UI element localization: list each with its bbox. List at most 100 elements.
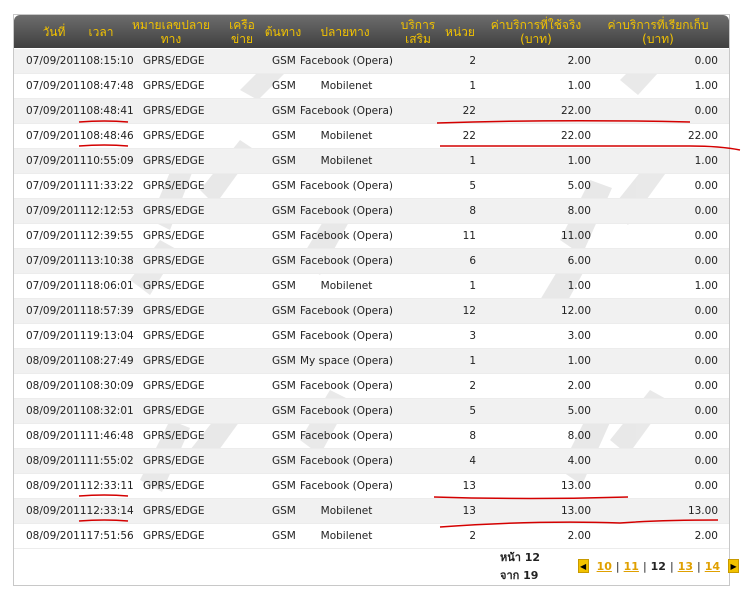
- actual-charge-cell: 1.00: [567, 280, 591, 292]
- actual-charge-cell: 5.00: [567, 180, 591, 192]
- table-row: 07/09/201119:13:04 GPRS/EDGE GSM Facebook (…: [14, 324, 729, 349]
- page-separator: |: [615, 559, 620, 573]
- units-cell: 2: [469, 530, 476, 542]
- table-row: 07/09/201108:47:48 GPRS/EDGE GSM Mobilenet 1…: [14, 74, 729, 99]
- units-cell: 22: [462, 105, 476, 117]
- actual-charge-cell: 13.00: [560, 505, 591, 517]
- table-header: วันที่ เวลา หมายเลขปลายทาง เครือข่าย ต้น…: [14, 15, 729, 48]
- billed-charge-cell: 0.00: [694, 355, 718, 367]
- page-link-13[interactable]: 13: [678, 560, 693, 573]
- type-cell: GPRS/EDGE: [143, 430, 205, 442]
- table-row: 07/09/201108:48:46 GPRS/EDGE GSM Mobilenet 2…: [14, 124, 729, 149]
- destination-cell: Facebook (Opera): [299, 55, 393, 67]
- page-indicator: หน้า 12 จาก 19: [500, 551, 541, 582]
- page-separator: |: [697, 559, 701, 573]
- datetime-cell: 07/09/201108:15:10: [26, 55, 134, 67]
- units-cell: 1: [469, 355, 476, 367]
- destination-cell: Facebook (Opera): [299, 205, 393, 217]
- type-cell: GPRS/EDGE: [143, 530, 205, 542]
- table-row: 08/09/201112:33:11 GPRS/EDGE GSM Facebook (…: [14, 474, 729, 499]
- billed-charge-cell: 0.00: [694, 380, 718, 392]
- network-cell: GSM: [272, 380, 296, 392]
- network-cell: GSM: [272, 130, 296, 142]
- datetime-cell: 08/09/201108:32:01: [26, 405, 134, 417]
- actual-charge-cell: 22.00: [560, 130, 591, 142]
- top-strip: [0, 0, 743, 14]
- billed-charge-cell: 0.00: [694, 430, 718, 442]
- network-cell: GSM: [272, 80, 296, 92]
- col-origin-header: ต้นทาง: [264, 24, 302, 39]
- table-row: 07/09/201113:10:38 GPRS/EDGE GSM Facebook (…: [14, 249, 729, 274]
- type-cell: GPRS/EDGE: [143, 55, 205, 67]
- destination-cell: Facebook (Opera): [299, 105, 393, 117]
- destination-cell: Mobilenet: [320, 530, 373, 542]
- actual-charge-cell: 3.00: [567, 330, 591, 342]
- billed-charge-cell: 0.00: [694, 455, 718, 467]
- datetime-cell: 08/09/201108:30:09: [26, 380, 134, 392]
- billed-charge-cell: 0.00: [694, 255, 718, 267]
- network-cell: GSM: [272, 505, 296, 517]
- destination-cell: Mobilenet: [320, 280, 373, 292]
- network-cell: GSM: [272, 530, 296, 542]
- units-cell: 5: [469, 405, 476, 417]
- network-cell: GSM: [272, 255, 296, 267]
- billed-charge-cell: 0.00: [694, 205, 718, 217]
- destination-cell: Facebook (Opera): [299, 255, 393, 267]
- datetime-cell: 07/09/201119:13:04: [26, 330, 134, 342]
- billed-charge-cell: 1.00: [694, 155, 718, 167]
- network-cell: GSM: [272, 305, 296, 317]
- destination-cell: Facebook (Opera): [299, 480, 393, 492]
- type-cell: GPRS/EDGE: [143, 105, 205, 117]
- destination-cell: Facebook (Opera): [299, 405, 393, 417]
- actual-charge-cell: 8.00: [567, 430, 591, 442]
- type-cell: GPRS/EDGE: [143, 130, 205, 142]
- billed-charge-cell: 0.00: [694, 405, 718, 417]
- table-row: 07/09/201112:12:53 GPRS/EDGE GSM Facebook (…: [14, 199, 729, 224]
- billed-charge-cell: 22.00: [687, 130, 718, 142]
- network-cell: GSM: [272, 405, 296, 417]
- triangle-left-icon[interactable]: ◀: [577, 559, 589, 573]
- datetime-cell: 07/09/201110:55:09: [26, 155, 134, 167]
- table-row: 08/09/201117:51:56 GPRS/EDGE GSM Mobilenet 2…: [14, 524, 729, 549]
- network-cell: GSM: [272, 355, 296, 367]
- destination-cell: Facebook (Opera): [299, 430, 393, 442]
- table-row: 08/09/201108:32:01 GPRS/EDGE GSM Facebook (…: [14, 399, 729, 424]
- billed-charge-cell: 1.00: [694, 280, 718, 292]
- datetime-cell: 08/09/201111:55:02: [26, 455, 134, 467]
- billed-charge-cell: 0.00: [694, 55, 718, 67]
- col-dest-number-header: หมายเลขปลายทาง: [132, 17, 210, 46]
- units-cell: 11: [462, 230, 476, 242]
- table-row: 08/09/201111:55:02 GPRS/EDGE GSM Facebook (…: [14, 449, 729, 474]
- datetime-cell: 08/09/201108:27:49: [26, 355, 134, 367]
- col-service-header: บริการเสริม: [400, 17, 436, 46]
- page-link-11[interactable]: 11: [624, 560, 639, 573]
- table-row: 07/09/201118:57:39 GPRS/EDGE GSM Facebook (…: [14, 299, 729, 324]
- type-cell: GPRS/EDGE: [143, 505, 205, 517]
- units-cell: 12: [462, 305, 476, 317]
- page-link-10[interactable]: 10: [597, 560, 612, 573]
- datetime-cell: 07/09/201118:57:39: [26, 305, 134, 317]
- col-billed-charge-header: ค่าบริการที่เรียกเก็บ (บาท): [607, 17, 709, 46]
- type-cell: GPRS/EDGE: [143, 280, 205, 292]
- actual-charge-cell: 1.00: [567, 355, 591, 367]
- table-row: 08/09/201111:46:48 GPRS/EDGE GSM Facebook (…: [14, 424, 729, 449]
- page-link-14[interactable]: 14: [705, 560, 720, 573]
- billed-charge-cell: 0.00: [694, 330, 718, 342]
- table-row: 07/09/201111:33:22 GPRS/EDGE GSM Facebook (…: [14, 174, 729, 199]
- units-cell: 1: [469, 80, 476, 92]
- type-cell: GPRS/EDGE: [143, 355, 205, 367]
- triangle-right-icon[interactable]: ▶: [728, 559, 740, 573]
- units-cell: 1: [469, 155, 476, 167]
- destination-cell: Mobilenet: [320, 80, 373, 92]
- network-cell: GSM: [272, 455, 296, 467]
- billed-charge-cell: 0.00: [694, 230, 718, 242]
- type-cell: GPRS/EDGE: [143, 180, 205, 192]
- destination-cell: Facebook (Opera): [299, 180, 393, 192]
- actual-charge-cell: 2.00: [567, 55, 591, 67]
- datetime-cell: 08/09/201117:51:56: [26, 530, 134, 542]
- destination-cell: Mobilenet: [320, 130, 373, 142]
- table-row: 08/09/201108:30:09 GPRS/EDGE GSM Facebook (…: [14, 374, 729, 399]
- billed-charge-cell: 1.00: [694, 80, 718, 92]
- table-row: 07/09/201108:15:10 GPRS/EDGE GSM Facebook (…: [14, 49, 729, 74]
- datetime-cell: 07/09/201108:47:48: [26, 80, 134, 92]
